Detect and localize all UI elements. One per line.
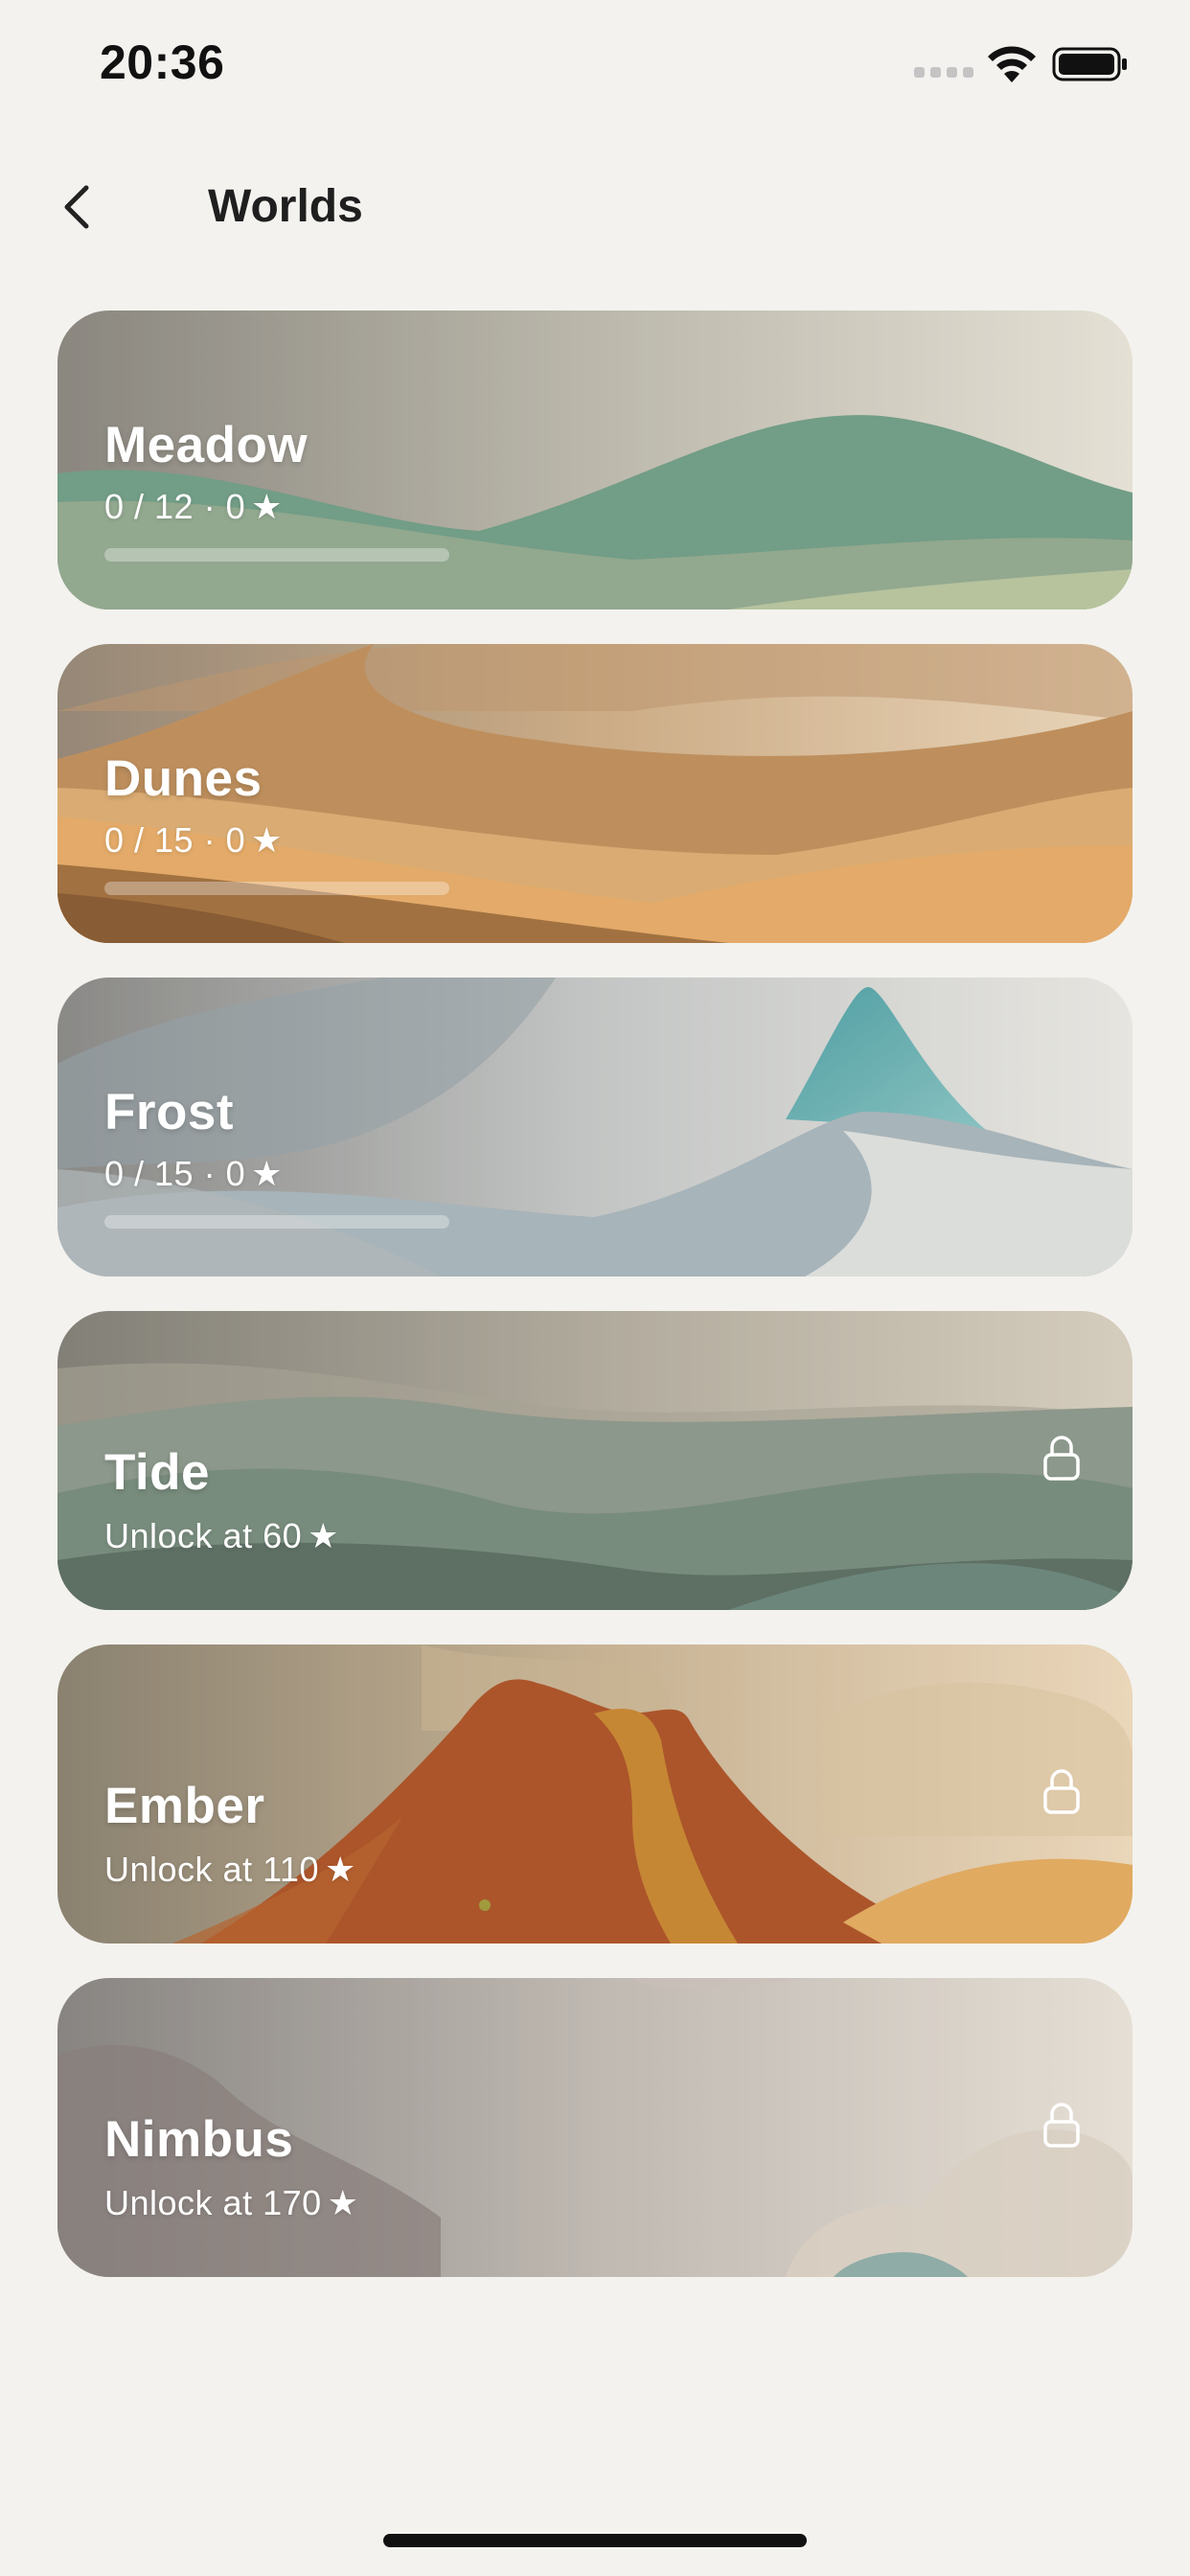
cellular-signal-icon [914,67,973,78]
unlock-requirement: Unlock at 60 ★ [104,1516,339,1555]
status-time: 20:36 [100,35,225,89]
world-name: Tide [104,1444,210,1501]
star-icon: ★ [251,1154,283,1193]
lock-icon [1043,1769,1080,1814]
world-progress-text: 0 / 12 · 0 ★ [104,487,283,526]
world-name: Nimbus [104,2111,294,2168]
lock-icon [1043,2103,1080,2148]
home-indicator [383,2534,807,2547]
progress-bar [104,1215,449,1229]
progress-bar [104,882,449,895]
unlock-requirement: Unlock at 110 ★ [104,1850,356,1889]
world-card-tide[interactable]: Tide Unlock at 60 ★ [57,1311,1133,1610]
star-icon: ★ [327,2183,359,2222]
world-card-nimbus[interactable]: Nimbus Unlock at 170 ★ [57,1978,1133,2277]
star-icon: ★ [251,487,283,526]
back-button[interactable] [54,178,103,236]
star-icon: ★ [324,1850,356,1889]
world-card-dunes[interactable]: Dunes 0 / 15 · 0 ★ [57,644,1133,943]
tide-artwork [57,1311,1133,1610]
page-title: Worlds [208,181,363,232]
world-name: Meadow [104,417,309,473]
wifi-icon [988,46,1036,82]
star-icon: ★ [308,1516,339,1555]
world-name: Ember [104,1778,265,1834]
unlock-requirement: Unlock at 170 ★ [104,2183,359,2222]
world-name: Dunes [104,750,263,807]
world-name: Frost [104,1084,234,1140]
world-card-meadow[interactable]: Meadow 0 / 12 · 0 ★ [57,310,1133,610]
world-card-frost[interactable]: Frost 0 / 15 · 0 ★ [57,978,1133,1276]
star-icon: ★ [251,820,283,860]
lock-icon [1043,1436,1080,1481]
world-card-ember[interactable]: Ember Unlock at 110 ★ [57,1644,1133,1944]
progress-bar [104,548,449,562]
world-progress-text: 0 / 15 · 0 ★ [104,1154,283,1193]
battery-icon [1052,47,1127,81]
world-progress-text: 0 / 15 · 0 ★ [104,820,283,860]
